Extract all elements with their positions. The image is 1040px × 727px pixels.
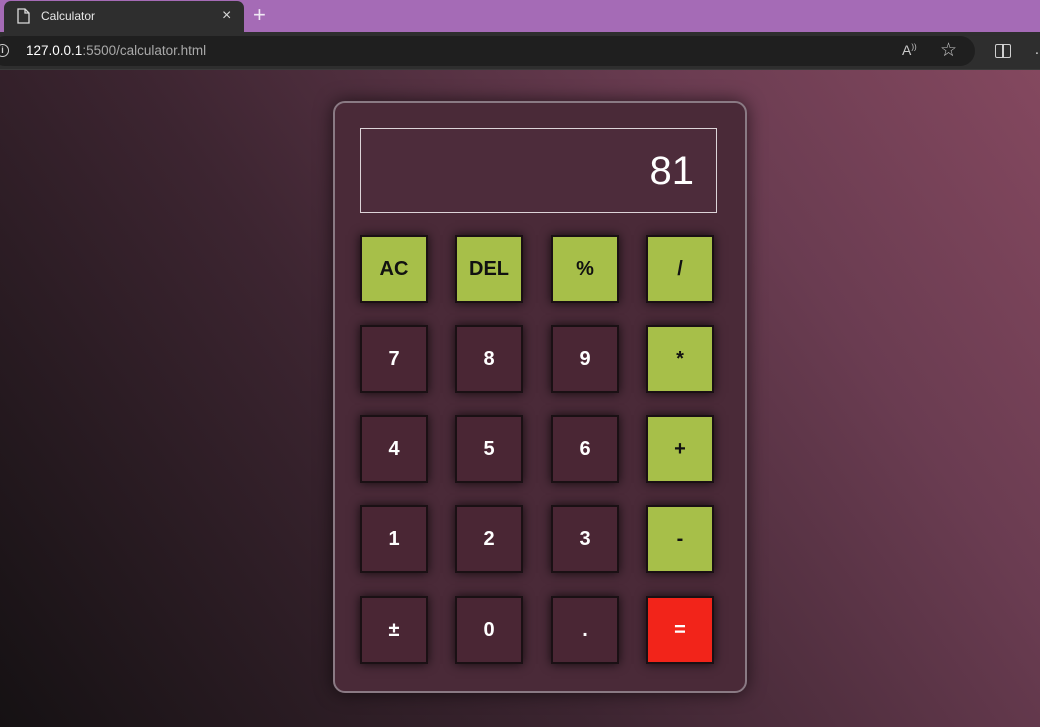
read-aloud-icon[interactable]: A)) — [902, 42, 917, 58]
new-tab-icon[interactable]: + — [253, 3, 266, 27]
percent-button[interactable]: % — [551, 235, 619, 303]
document-icon — [17, 8, 30, 24]
clear-button[interactable]: AC — [360, 235, 428, 303]
calculator-display: 81 — [360, 128, 717, 213]
decimal-button[interactable]: . — [551, 596, 619, 664]
calculator: 81 AC DEL % / 7 8 9 * 4 5 6 + 1 2 3 - ± … — [333, 101, 747, 693]
url-path: :5500/calculator.html — [82, 43, 207, 58]
digit-5-button[interactable]: 5 — [455, 415, 523, 483]
digit-7-button[interactable]: 7 — [360, 325, 428, 393]
browser-tab[interactable]: Calculator × — [4, 1, 244, 32]
page-background: 81 AC DEL % / 7 8 9 * 4 5 6 + 1 2 3 - ± … — [0, 70, 1040, 727]
address-bar: i 127.0.0.1:5500/calculator.html A)) ☆ … — [0, 32, 1040, 70]
digit-3-button[interactable]: 3 — [551, 505, 619, 573]
split-screen-icon[interactable] — [995, 44, 1011, 58]
url-host: 127.0.0.1 — [26, 43, 83, 58]
multiply-button[interactable]: * — [646, 325, 714, 393]
equals-button[interactable]: = — [646, 596, 714, 664]
delete-button[interactable]: DEL — [455, 235, 523, 303]
more-icon[interactable]: … — [1034, 41, 1040, 59]
digit-0-button[interactable]: 0 — [455, 596, 523, 664]
subtract-button[interactable]: - — [646, 505, 714, 573]
digit-8-button[interactable]: 8 — [455, 325, 523, 393]
close-tab-icon[interactable]: × — [222, 7, 231, 25]
digit-2-button[interactable]: 2 — [455, 505, 523, 573]
tab-title: Calculator — [41, 9, 96, 23]
digit-4-button[interactable]: 4 — [360, 415, 428, 483]
digit-9-button[interactable]: 9 — [551, 325, 619, 393]
digit-6-button[interactable]: 6 — [551, 415, 619, 483]
add-button[interactable]: + — [646, 415, 714, 483]
divide-button[interactable]: / — [646, 235, 714, 303]
digit-1-button[interactable]: 1 — [360, 505, 428, 573]
url-text[interactable]: 127.0.0.1:5500/calculator.html — [26, 43, 206, 58]
favorite-star-icon[interactable]: ☆ — [940, 39, 957, 62]
plus-minus-button[interactable]: ± — [360, 596, 428, 664]
browser-tab-bar: Calculator × + — [0, 0, 1040, 32]
